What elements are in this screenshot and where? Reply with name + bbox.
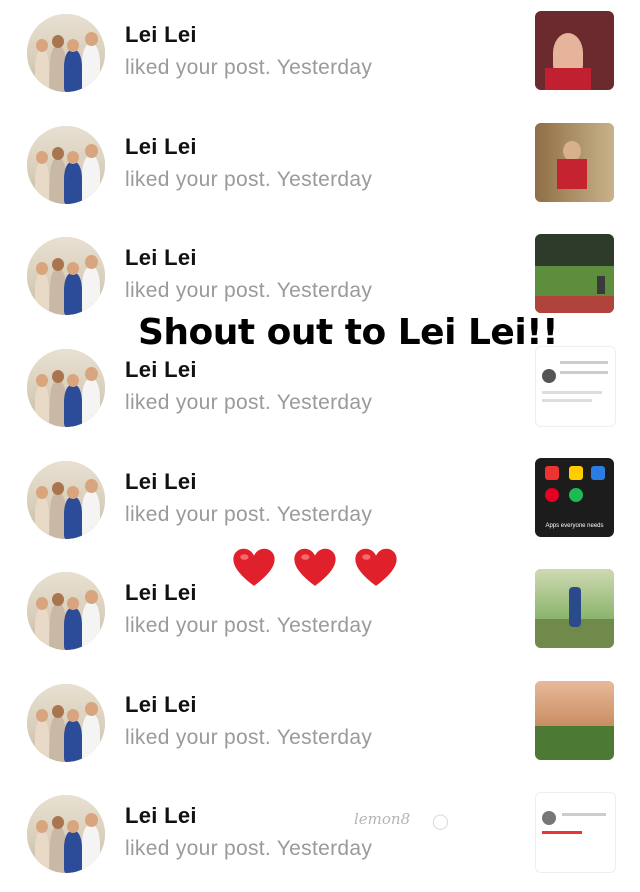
notification-row[interactable]: Lei Lei liked your post. Yesterday: [0, 781, 640, 892]
user-name[interactable]: Lei Lei: [125, 580, 197, 606]
user-name[interactable]: Lei Lei: [125, 22, 197, 48]
post-thumbnail[interactable]: Apps everyone needs: [535, 458, 614, 537]
notification-text: liked your post. Yesterday: [125, 837, 373, 860]
notification-text: liked your post. Yesterday: [125, 391, 373, 414]
watermark-logo: lemon8: [354, 810, 411, 828]
user-name[interactable]: Lei Lei: [125, 245, 197, 271]
overlay-caption: Shout out to Lei Lei!!: [138, 312, 559, 353]
post-thumbnail[interactable]: [535, 234, 614, 313]
notification-text: liked your post. Yesterday: [125, 56, 373, 79]
avatar[interactable]: [27, 572, 105, 650]
avatar[interactable]: [27, 14, 105, 92]
user-name[interactable]: Lei Lei: [125, 692, 197, 718]
hearts-sticker: [232, 546, 398, 597]
avatar[interactable]: [27, 461, 105, 539]
heart-icon: [354, 546, 398, 590]
notification-text: liked your post. Yesterday: [125, 614, 373, 637]
avatar[interactable]: [27, 684, 105, 762]
post-thumbnail[interactable]: [535, 792, 616, 873]
watermark-user-icon: ◯: [432, 813, 449, 830]
post-thumbnail[interactable]: [535, 681, 614, 760]
avatar[interactable]: [27, 795, 105, 873]
notification-text: liked your post. Yesterday: [125, 726, 373, 749]
notification-row[interactable]: Lei Lei liked your post. Yesterday: [0, 0, 640, 111]
notification-row[interactable]: Lei Lei liked your post. Yesterday Apps ev…: [0, 447, 640, 558]
heart-icon: [232, 546, 276, 590]
post-thumbnail[interactable]: [535, 346, 616, 427]
user-name[interactable]: Lei Lei: [125, 134, 197, 160]
avatar[interactable]: [27, 126, 105, 204]
notification-row[interactable]: Lei Lei liked your post. Yesterday: [0, 112, 640, 223]
notification-row[interactable]: Lei Lei liked your post. Yesterday: [0, 670, 640, 781]
avatar[interactable]: [27, 349, 105, 427]
user-name[interactable]: Lei Lei: [125, 357, 197, 383]
heart-icon: [293, 546, 337, 590]
user-name[interactable]: Lei Lei: [125, 469, 197, 495]
post-thumbnail[interactable]: [535, 11, 614, 90]
post-thumbnail[interactable]: [535, 123, 614, 202]
notification-text: liked your post. Yesterday: [125, 168, 373, 191]
user-name[interactable]: Lei Lei: [125, 803, 197, 829]
post-thumbnail[interactable]: [535, 569, 614, 648]
notification-text: liked your post. Yesterday: [125, 279, 373, 302]
notification-text: liked your post. Yesterday: [125, 503, 373, 526]
avatar[interactable]: [27, 237, 105, 315]
